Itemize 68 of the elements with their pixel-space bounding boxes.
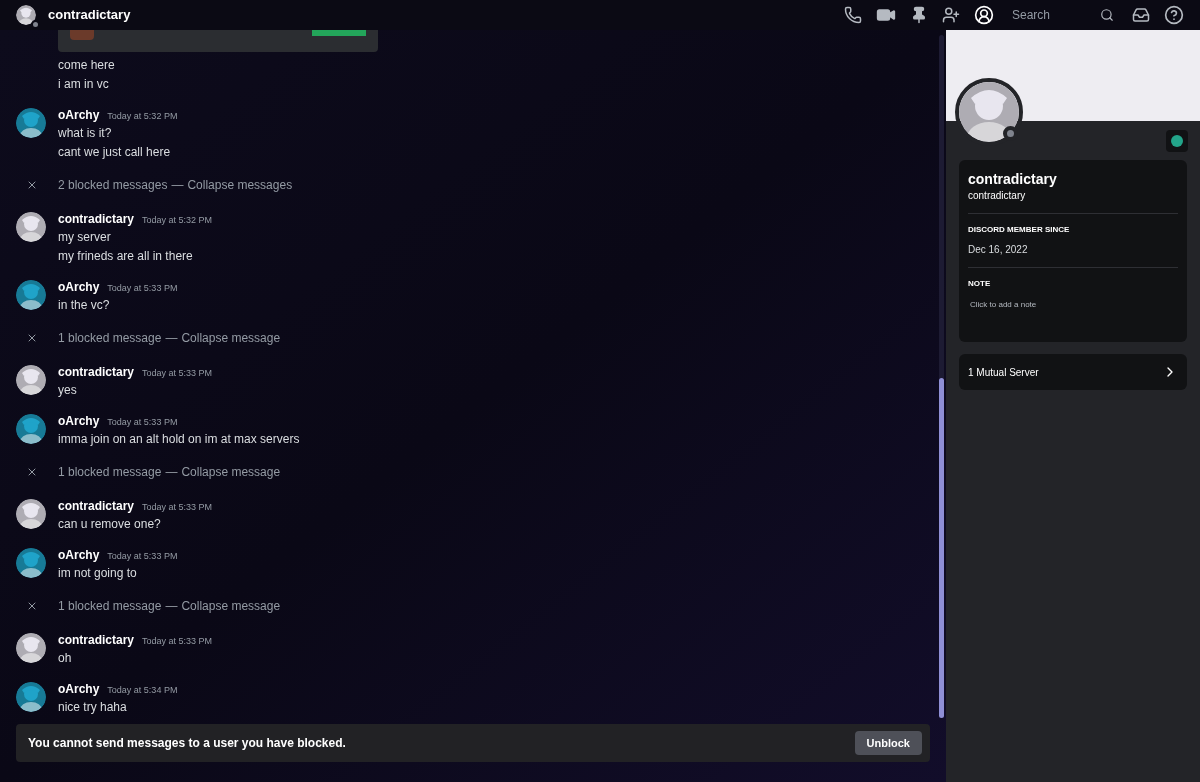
pin-icon[interactable] (910, 6, 928, 24)
author-name[interactable]: contradictary (58, 498, 135, 514)
search-field[interactable]: Search (1012, 6, 1100, 24)
close-icon[interactable] (26, 179, 38, 191)
message-text: imma join on an alt hold on im at max servers (58, 431, 300, 448)
note-field[interactable]: Click to add a note (970, 299, 1180, 311)
blocked-message: You cannot send messages to a user you have blocked. (28, 735, 346, 752)
collapse-link[interactable]: Collapse message (181, 329, 281, 347)
timestamp: Today at 5:33 PM (107, 416, 178, 429)
channel-title: contradictary (48, 6, 131, 25)
message-text: come here (58, 57, 116, 74)
message-text: cant we just call here (58, 144, 172, 161)
collapse-link[interactable]: Collapse message (181, 597, 281, 615)
author-name[interactable]: oArchy (58, 279, 100, 295)
author-name[interactable]: oArchy (58, 681, 100, 697)
blocked-notice: 1 blocked message (58, 598, 162, 615)
scrollbar[interactable] (939, 35, 944, 718)
section-label: NOTE (968, 278, 992, 290)
message-text: what is it? (58, 125, 113, 142)
author-name[interactable]: oArchy (58, 413, 100, 429)
mutual-servers-button[interactable]: 1 Mutual Server (959, 354, 1187, 390)
timestamp: Today at 5:32 PM (142, 214, 213, 227)
blocked-notice: 2 blocked messages (58, 177, 168, 194)
message-text: my server (58, 229, 112, 246)
author-name[interactable]: oArchy (58, 107, 100, 123)
server-icon (70, 30, 94, 40)
unblock-button[interactable]: Unblock (854, 731, 922, 755)
message-text: nice try haha (58, 699, 128, 716)
search-icon (1100, 8, 1114, 22)
call-icon[interactable] (844, 6, 862, 24)
timestamp: Today at 5:32 PM (107, 110, 178, 123)
member-date: Dec 16, 2022 (968, 243, 1029, 257)
author-name[interactable]: oArchy (58, 547, 100, 563)
separator: — (171, 177, 184, 194)
help-icon[interactable] (1164, 5, 1184, 25)
author-name[interactable]: contradictary (58, 211, 135, 227)
message-text: i am in vc (58, 76, 110, 93)
message-text: im not going to (58, 565, 138, 582)
user-profile-icon[interactable] (974, 5, 994, 25)
author-name[interactable]: contradictary (58, 632, 135, 648)
inbox-icon[interactable] (1132, 6, 1150, 24)
section-label: DISCORD MEMBER SINCE (968, 224, 1071, 236)
blocked-notice: 1 blocked message (58, 330, 162, 347)
message-text: my frineds are all in there (58, 248, 194, 265)
separator: — (165, 330, 178, 347)
timestamp: Today at 5:33 PM (142, 501, 213, 514)
timestamp: Today at 5:33 PM (107, 550, 178, 563)
collapse-link[interactable]: Collapse message (181, 463, 281, 481)
message-text: oh (58, 650, 73, 667)
close-icon[interactable] (26, 600, 38, 612)
add-friend-icon[interactable] (942, 6, 960, 24)
timestamp: Today at 5:34 PM (107, 684, 178, 697)
display-name: contradictary (968, 170, 1058, 188)
message-text: yes (58, 382, 78, 399)
author-name[interactable]: contradictary (58, 364, 135, 380)
message-text: can u remove one? (58, 516, 162, 533)
blocked-notice: 1 blocked message (58, 464, 162, 481)
timestamp: Today at 5:33 PM (142, 367, 213, 380)
timestamp: Today at 5:33 PM (142, 635, 213, 648)
username: contradictary (968, 189, 1027, 203)
hashtag-badge[interactable] (1166, 130, 1188, 152)
close-icon[interactable] (26, 332, 38, 344)
message-text: in the vc? (58, 297, 111, 314)
separator: — (165, 464, 178, 481)
close-icon[interactable] (26, 466, 38, 478)
timestamp: Today at 5:33 PM (107, 282, 178, 295)
collapse-link[interactable]: Collapse messages (187, 176, 293, 194)
separator: — (165, 598, 178, 615)
